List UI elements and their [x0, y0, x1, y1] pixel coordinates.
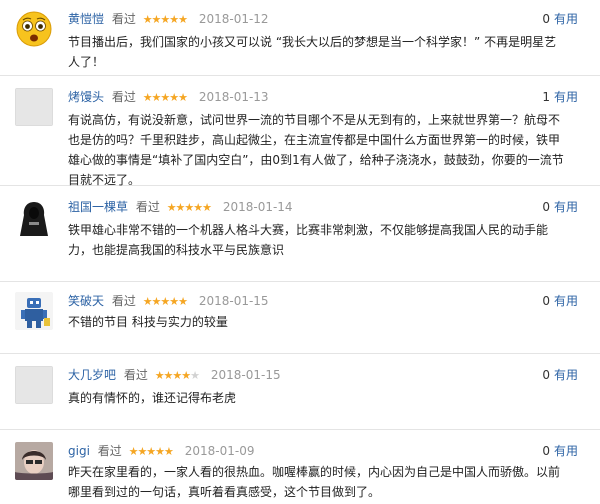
username-link[interactable]: 笑破天: [68, 294, 104, 308]
star-rating: ★★★★★: [128, 445, 174, 458]
review-header: 黄愷愷 看过 ★★★★★ 2018-01-12: [68, 10, 269, 28]
review-list: 黄愷愷 看过 ★★★★★ 2018-01-12 0 有用 节目播出后，我们国家的小…: [0, 0, 600, 504]
avatar[interactable]: [15, 198, 53, 236]
watched-status: 看过: [135, 200, 160, 214]
star-icons-on: ★★★★★: [142, 91, 188, 104]
review-item: 大几岁吧 看过 ★★★★★ 2018-01-15 0 有用 真的有情怀的，谁还记得…: [0, 354, 600, 430]
useful-vote: 0 有用: [542, 198, 578, 216]
star-icons-on: ★★★★★: [142, 13, 188, 26]
review-header: 笑破天 看过 ★★★★★ 2018-01-15: [68, 292, 269, 310]
watched-status: 看过: [111, 12, 136, 26]
useful-button[interactable]: 有用: [554, 294, 578, 308]
review-header: 大几岁吧 看过 ★★★★★ 2018-01-15: [68, 366, 281, 384]
useful-vote: 0 有用: [542, 442, 578, 460]
watched-status: 看过: [97, 444, 122, 458]
star-icons-on: ★★★★★: [142, 295, 188, 308]
username-link[interactable]: 祖国一棵草: [68, 200, 128, 214]
review-date: 2018-01-14: [222, 200, 293, 214]
review-date: 2018-01-12: [198, 12, 269, 26]
useful-button[interactable]: 有用: [554, 200, 578, 214]
photo-avatar-icon: [15, 442, 53, 480]
useful-count: 0: [542, 444, 550, 458]
username-link[interactable]: 烤馒头: [68, 90, 104, 104]
default-avatar-icon: [15, 366, 53, 404]
review-text: 有说高仿，有说没新意，试问世界一流的节目哪个不是从无到有的，上来就世界第一？航母…: [68, 113, 564, 187]
useful-button[interactable]: 有用: [554, 90, 578, 104]
review-text: 不错的节目 科技与实力的较量: [68, 315, 228, 329]
avatar[interactable]: [15, 366, 53, 404]
review-header: gigi 看过 ★★★★★ 2018-01-09: [68, 442, 254, 460]
review-date: 2018-01-15: [198, 294, 269, 308]
review-header: 祖国一棵草 看过 ★★★★★ 2018-01-14: [68, 198, 293, 216]
avatar[interactable]: [15, 442, 53, 480]
star-icons-off: ★: [190, 369, 200, 382]
useful-count: 0: [542, 294, 550, 308]
star-icons-on: ★★★★: [154, 369, 191, 382]
star-rating: ★★★★★: [166, 201, 212, 214]
star-rating: ★★★★★: [142, 91, 188, 104]
star-icons-on: ★★★★★: [166, 201, 212, 214]
star-rating: ★★★★★: [142, 13, 188, 26]
star-rating: ★★★★★: [154, 369, 200, 382]
review-text: 真的有情怀的，谁还记得布老虎: [68, 391, 237, 405]
review-text: 昨天在家里看的，一家人看的很热血。咖喔棒赢的时候，内心因为自己是中国人而骄傲。以…: [68, 465, 561, 499]
review-date: 2018-01-15: [210, 368, 281, 382]
review-item: 祖国一棵草 看过 ★★★★★ 2018-01-14 0 有用 铁甲雄心非常不错的一…: [0, 186, 600, 282]
default-avatar-icon: [15, 88, 53, 126]
username-link[interactable]: 大几岁吧: [68, 368, 116, 382]
avatar[interactable]: [15, 292, 53, 330]
useful-button[interactable]: 有用: [554, 368, 578, 382]
review-item: gigi 看过 ★★★★★ 2018-01-09 0 有用 昨天在家里看的，一家人…: [0, 430, 600, 504]
useful-count: 0: [542, 200, 550, 214]
useful-vote: 0 有用: [542, 366, 578, 384]
star-rating: ★★★★★: [142, 295, 188, 308]
useful-vote: 0 有用: [542, 10, 578, 28]
review-item: 笑破天 看过 ★★★★★ 2018-01-15 0 有用 不错的节目 科技与实力的…: [0, 282, 600, 354]
watched-status: 看过: [111, 90, 136, 104]
useful-button[interactable]: 有用: [554, 444, 578, 458]
review-text: 节目播出后，我们国家的小孩又可以说 “我长大以后的梦想是当一个科学家！” 不再是…: [68, 35, 557, 69]
avatar[interactable]: [15, 88, 53, 126]
useful-vote: 1 有用: [542, 88, 578, 106]
useful-vote: 0 有用: [542, 292, 578, 310]
useful-button[interactable]: 有用: [554, 12, 578, 26]
useful-count: 0: [542, 368, 550, 382]
username-link[interactable]: gigi: [68, 444, 90, 458]
review-text: 铁甲雄心非常不错的一个机器人格斗大赛，比赛非常刺激，不仅能够提高我国人民的动手能…: [68, 223, 549, 257]
watched-status: 看过: [111, 294, 136, 308]
avatar[interactable]: [15, 10, 53, 48]
watched-status: 看过: [123, 368, 148, 382]
robot-avatar-icon: [15, 292, 53, 330]
useful-count: 0: [542, 12, 550, 26]
username-link[interactable]: 黄愷愷: [68, 12, 104, 26]
review-date: 2018-01-09: [184, 444, 255, 458]
emoji-avatar-icon: [15, 10, 53, 48]
review-header: 烤馒头 看过 ★★★★★ 2018-01-13: [68, 88, 269, 106]
review-item: 烤馒头 看过 ★★★★★ 2018-01-13 1 有用 有说高仿，有说没新意，试…: [0, 76, 600, 187]
review-date: 2018-01-13: [198, 90, 269, 104]
review-item: 黄愷愷 看过 ★★★★★ 2018-01-12 0 有用 节目播出后，我们国家的小…: [0, 0, 600, 76]
star-icons-on: ★★★★★: [128, 445, 174, 458]
hooded-figure-avatar-icon: [15, 198, 53, 236]
useful-count: 1: [542, 90, 550, 104]
